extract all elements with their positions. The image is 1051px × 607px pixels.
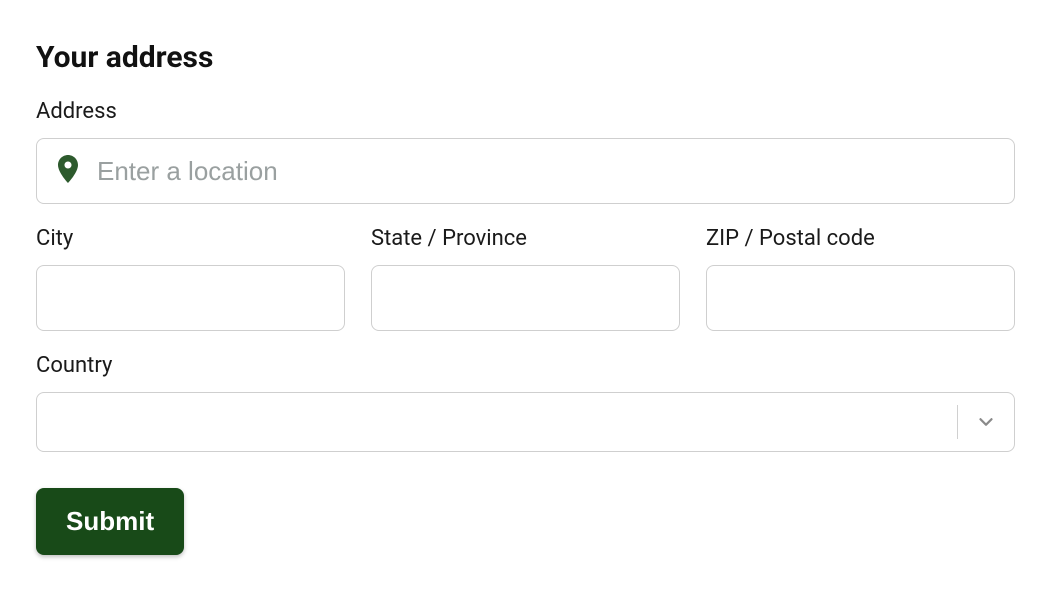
submit-button[interactable]: Submit bbox=[36, 488, 184, 555]
state-field-group: State / Province bbox=[371, 226, 680, 331]
state-input[interactable] bbox=[371, 265, 680, 331]
city-input[interactable] bbox=[36, 265, 345, 331]
address-label: Address bbox=[36, 99, 1015, 124]
city-label: City bbox=[36, 226, 345, 251]
address-input[interactable] bbox=[36, 138, 1015, 204]
country-select[interactable] bbox=[36, 392, 1015, 452]
zip-input[interactable] bbox=[706, 265, 1015, 331]
address-input-wrapper bbox=[36, 138, 1015, 204]
country-field-group: Country bbox=[36, 353, 1015, 452]
address-field-group: Address bbox=[36, 99, 1015, 204]
city-field-group: City bbox=[36, 226, 345, 331]
chevron-down-icon bbox=[958, 411, 1014, 433]
zip-label: ZIP / Postal code bbox=[706, 226, 1015, 251]
city-state-zip-row: City State / Province ZIP / Postal code bbox=[36, 226, 1015, 331]
form-title: Your address bbox=[36, 40, 1015, 75]
submit-row: Submit bbox=[36, 488, 1015, 555]
country-label: Country bbox=[36, 353, 1015, 378]
state-label: State / Province bbox=[371, 226, 680, 251]
zip-field-group: ZIP / Postal code bbox=[706, 226, 1015, 331]
